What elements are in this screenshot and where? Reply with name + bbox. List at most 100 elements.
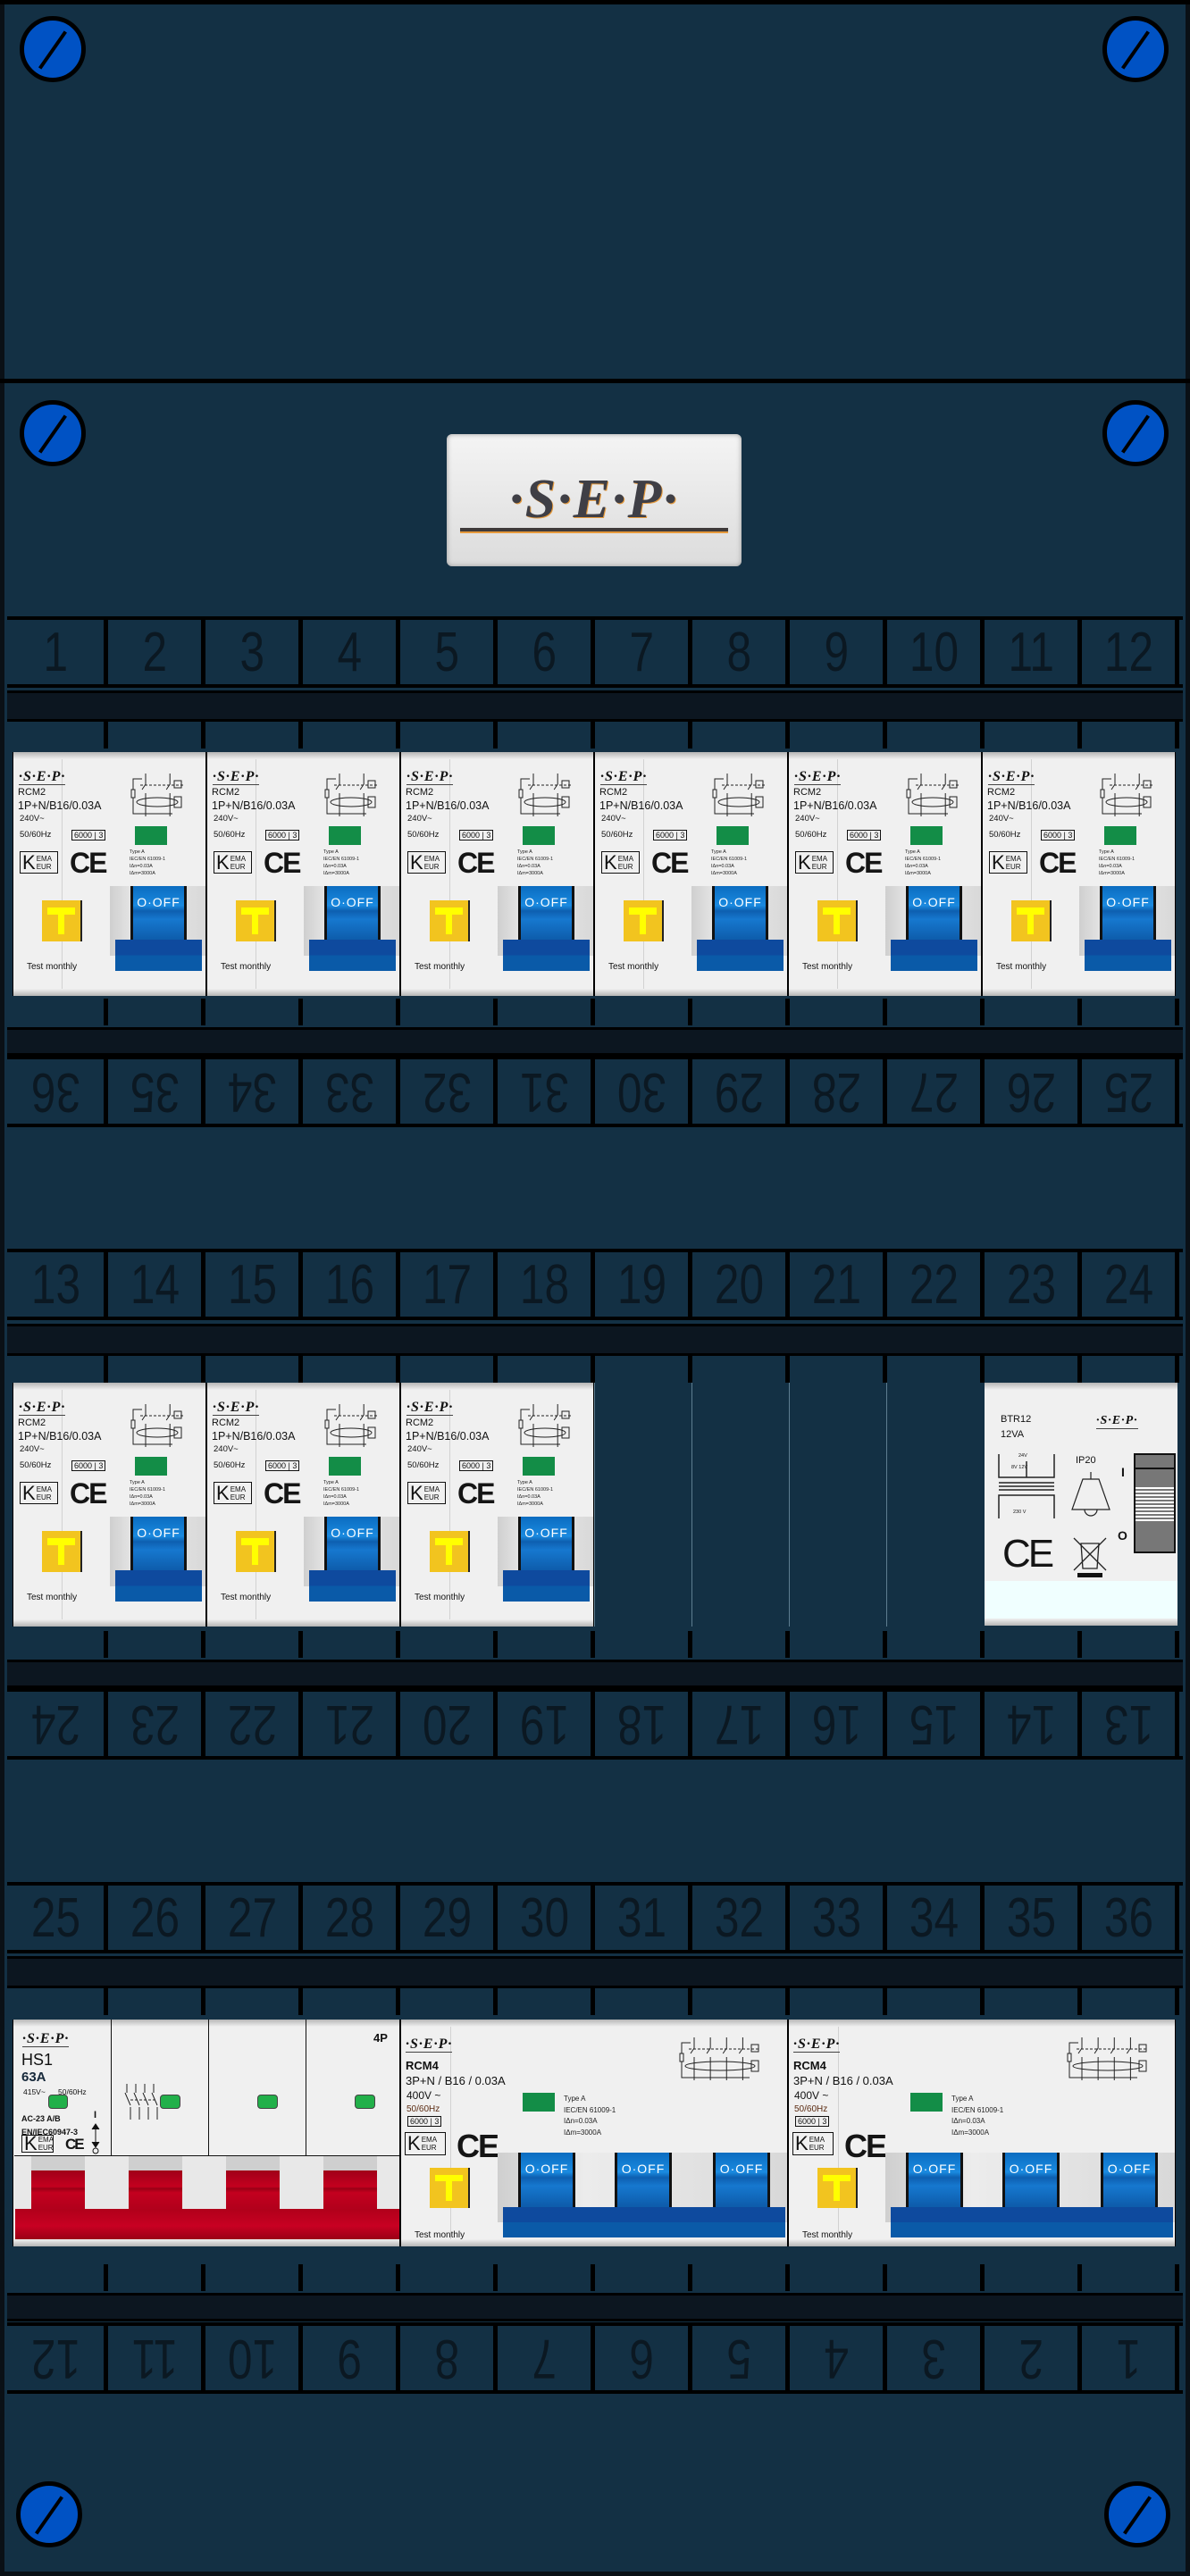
circuit-number-label[interactable]: 18 — [595, 1692, 692, 1756]
screw-icon[interactable] — [1102, 16, 1169, 82]
circuit-number-label[interactable]: 14 — [108, 1252, 205, 1317]
circuit-number-label[interactable]: 31 — [595, 1886, 692, 1950]
circuit-number-label[interactable]: 31 — [498, 1059, 595, 1124]
breaker-toggle-switch[interactable]: O·OFF — [712, 886, 768, 941]
breaker-toggle-switch[interactable]: O·OFF — [906, 886, 962, 941]
test-button[interactable] — [430, 900, 470, 941]
circuit-number-label[interactable]: 22 — [887, 1252, 985, 1317]
circuit-number-label[interactable]: 27 — [205, 1886, 303, 1950]
breaker-toggle-switch[interactable]: O·OFF — [713, 2153, 770, 2208]
circuit-number-label[interactable]: 10 — [205, 2326, 303, 2390]
circuit-number-label[interactable]: 6 — [498, 620, 595, 684]
breaker-toggle-switch[interactable]: O·OFF — [518, 1517, 574, 1572]
circuit-number-label[interactable]: 27 — [887, 1059, 985, 1124]
circuit-number-label[interactable]: 24 — [7, 1692, 108, 1756]
main-switch-pole[interactable] — [31, 2170, 85, 2211]
test-button[interactable] — [236, 900, 276, 941]
circuit-number-label[interactable]: 29 — [692, 1059, 790, 1124]
circuit-number-label[interactable]: 10 — [887, 620, 985, 684]
main-switch-pole[interactable] — [226, 2170, 280, 2211]
circuit-number-label[interactable]: 21 — [790, 1252, 887, 1317]
circuit-number-label[interactable]: 5 — [692, 2326, 790, 2390]
test-button[interactable] — [624, 900, 664, 941]
circuit-number-label[interactable]: 26 — [985, 1059, 1082, 1124]
circuit-number-label[interactable]: 3 — [887, 2326, 985, 2390]
circuit-number-label[interactable]: 35 — [108, 1059, 205, 1124]
circuit-number-label[interactable]: 16 — [790, 1692, 887, 1756]
circuit-number-label[interactable]: 24 — [1082, 1252, 1179, 1317]
circuit-number-label[interactable]: 36 — [7, 1059, 108, 1124]
circuit-number-label[interactable]: 7 — [595, 620, 692, 684]
circuit-number-label[interactable]: 13 — [1082, 1692, 1179, 1756]
circuit-number-label[interactable]: 1 — [1082, 2326, 1179, 2390]
screw-icon[interactable] — [20, 16, 86, 82]
circuit-number-label[interactable]: 23 — [985, 1252, 1082, 1317]
circuit-number-label[interactable]: 11 — [985, 620, 1082, 684]
breaker-toggle-switch[interactable]: O·OFF — [1002, 2153, 1060, 2208]
circuit-number-label[interactable]: 32 — [692, 1886, 790, 1950]
circuit-number-label[interactable]: 25 — [7, 1886, 108, 1950]
circuit-number-label[interactable]: 8 — [400, 2326, 498, 2390]
circuit-number-label[interactable]: 22 — [205, 1692, 303, 1756]
circuit-number-label[interactable]: 11 — [108, 2326, 205, 2390]
circuit-number-label[interactable]: 8 — [692, 620, 790, 684]
breaker-toggle-switch[interactable]: O·OFF — [130, 1517, 187, 1572]
circuit-number-label[interactable]: 14 — [985, 1692, 1082, 1756]
circuit-number-label[interactable]: 19 — [498, 1692, 595, 1756]
test-button[interactable] — [817, 900, 858, 941]
circuit-number-label[interactable]: 33 — [790, 1886, 887, 1950]
circuit-number-label[interactable]: 6 — [595, 2326, 692, 2390]
circuit-number-label[interactable]: 12 — [7, 2326, 108, 2390]
circuit-number-label[interactable]: 18 — [498, 1252, 595, 1317]
circuit-number-label[interactable]: 21 — [303, 1692, 400, 1756]
test-button[interactable] — [817, 2168, 858, 2208]
test-button[interactable] — [1011, 900, 1052, 941]
screw-icon[interactable] — [1104, 2481, 1170, 2547]
circuit-number-label[interactable]: 17 — [692, 1692, 790, 1756]
transformer-rocker-switch[interactable] — [1134, 1453, 1176, 1553]
circuit-number-label[interactable]: 15 — [205, 1252, 303, 1317]
circuit-number-label[interactable]: 4 — [303, 620, 400, 684]
circuit-number-label[interactable]: 13 — [7, 1252, 108, 1317]
circuit-number-label[interactable]: 2 — [985, 2326, 1082, 2390]
main-switch-pole[interactable] — [129, 2170, 182, 2211]
circuit-number-label[interactable]: 20 — [400, 1692, 498, 1756]
breaker-toggle-switch[interactable]: O·OFF — [324, 886, 381, 941]
circuit-number-label[interactable]: 32 — [400, 1059, 498, 1124]
circuit-number-label[interactable]: 1 — [7, 620, 108, 684]
test-button[interactable] — [430, 2168, 470, 2208]
main-switch-handle[interactable] — [15, 2209, 399, 2243]
test-button[interactable] — [42, 1531, 82, 1572]
circuit-number-label[interactable]: 35 — [985, 1886, 1082, 1950]
circuit-number-label[interactable]: 7 — [498, 2326, 595, 2390]
circuit-number-label[interactable]: 28 — [790, 1059, 887, 1124]
circuit-number-label[interactable]: 12 — [1082, 620, 1179, 684]
screw-icon[interactable] — [20, 400, 86, 466]
breaker-toggle-switch[interactable]: O·OFF — [615, 2153, 672, 2208]
screw-icon[interactable] — [1102, 400, 1169, 466]
breaker-toggle-switch[interactable]: O·OFF — [130, 886, 187, 941]
circuit-number-label[interactable]: 33 — [303, 1059, 400, 1124]
circuit-number-label[interactable]: 16 — [303, 1252, 400, 1317]
circuit-number-label[interactable]: 30 — [498, 1886, 595, 1950]
screw-icon[interactable] — [16, 2481, 82, 2547]
circuit-number-label[interactable]: 15 — [887, 1692, 985, 1756]
circuit-number-label[interactable]: 3 — [205, 620, 303, 684]
circuit-number-label[interactable]: 19 — [595, 1252, 692, 1317]
test-button[interactable] — [236, 1531, 276, 1572]
circuit-number-label[interactable]: 36 — [1082, 1886, 1179, 1950]
circuit-number-label[interactable]: 9 — [790, 620, 887, 684]
circuit-number-label[interactable]: 28 — [303, 1886, 400, 1950]
circuit-number-label[interactable]: 34 — [205, 1059, 303, 1124]
circuit-number-label[interactable]: 26 — [108, 1886, 205, 1950]
breaker-toggle-switch[interactable]: O·OFF — [906, 2153, 963, 2208]
circuit-number-label[interactable]: 9 — [303, 2326, 400, 2390]
circuit-number-label[interactable]: 2 — [108, 620, 205, 684]
circuit-number-label[interactable]: 30 — [595, 1059, 692, 1124]
circuit-number-label[interactable]: 5 — [400, 620, 498, 684]
circuit-number-label[interactable]: 29 — [400, 1886, 498, 1950]
circuit-number-label[interactable]: 34 — [887, 1886, 985, 1950]
breaker-toggle-switch[interactable]: O·OFF — [518, 2153, 575, 2208]
test-button[interactable] — [430, 1531, 470, 1572]
main-switch-pole[interactable] — [323, 2170, 377, 2211]
